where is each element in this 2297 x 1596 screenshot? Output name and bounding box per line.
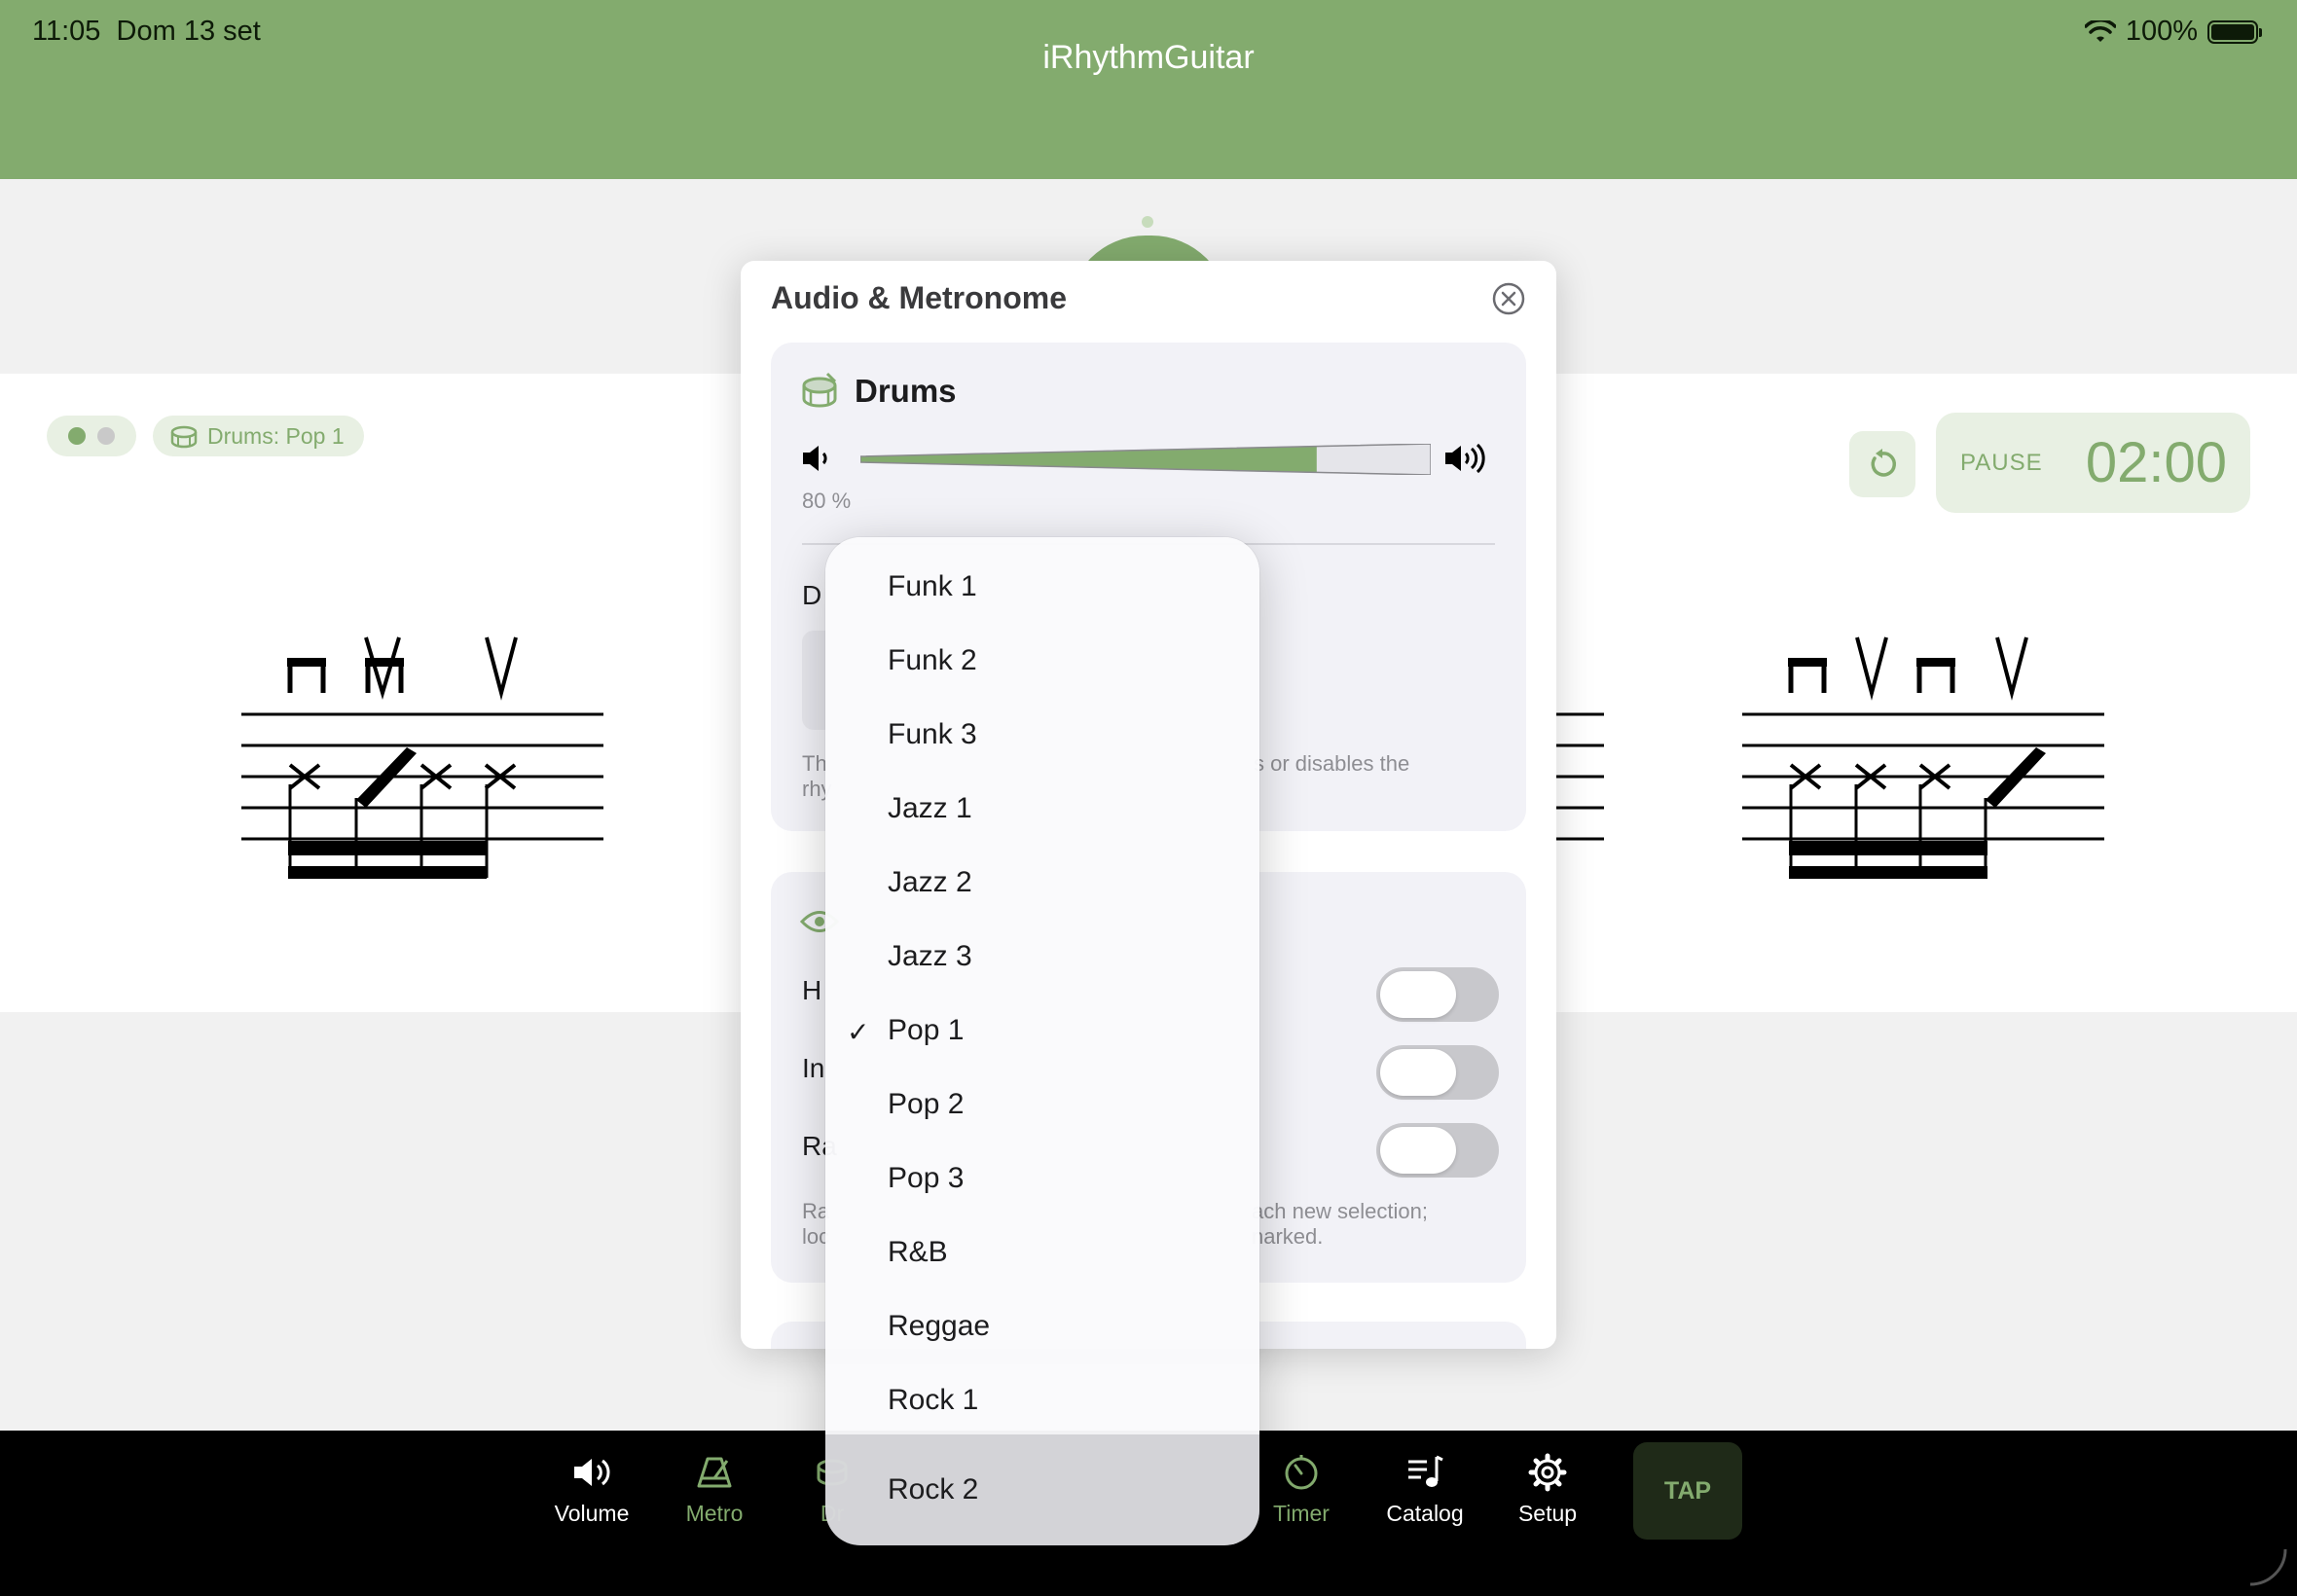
menu-item[interactable]: Funk 2 [825, 633, 1259, 695]
speaker-icon [574, 1459, 610, 1486]
tap-tempo-button[interactable]: TAP [1633, 1442, 1742, 1540]
tab-catalog-label: Catalog [1386, 1501, 1464, 1526]
drums-section-header: Drums [800, 372, 957, 411]
metronome-icon [697, 1457, 732, 1488]
menu-item[interactable]: Pop 2 [825, 1076, 1259, 1139]
display-option-2-label: In [802, 1053, 825, 1083]
menu-item[interactable]: Funk 3 [825, 707, 1259, 769]
menu-item-label: Pop 1 [888, 1014, 965, 1046]
tab-volume-label: Volume [554, 1501, 630, 1526]
display-footnote-end-1: ach new selection; [1252, 1199, 1428, 1223]
menu-item-label: Jazz 3 [888, 940, 972, 972]
drums-volume-percent: 80 % [802, 489, 852, 513]
music-list-icon [1408, 1455, 1443, 1487]
menu-item-label: Pop 2 [888, 1088, 965, 1120]
menu-item-label: Rock 2 [888, 1473, 979, 1505]
menu-item[interactable]: Jazz 3 [825, 928, 1259, 991]
drums-chip-label: Drums: Pop 1 [207, 422, 345, 449]
rhythm-pattern-right [1742, 636, 2104, 879]
menu-item[interactable]: Rock 2 [825, 1434, 1259, 1545]
tab-timer[interactable]: Timer [1243, 1452, 1360, 1527]
drums-chip[interactable]: Drums: Pop 1 [153, 416, 364, 456]
display-option-1-label: H [802, 975, 822, 1005]
tab-setup-label: Setup [1517, 1501, 1578, 1526]
menu-item-label: Funk 3 [888, 718, 977, 750]
staff-fragment [1555, 712, 1604, 841]
menu-item[interactable]: Rock 1 [825, 1372, 1259, 1434]
drums-volume-slider[interactable] [860, 444, 1431, 475]
restart-icon [1871, 449, 1897, 477]
menu-item[interactable]: Funk 1 [825, 559, 1259, 621]
tab-volume[interactable]: Volume [533, 1452, 650, 1527]
drums-footnote-end: s or disables the [1254, 751, 1410, 776]
menu-item[interactable]: R&B [825, 1224, 1259, 1287]
menu-item-label: R&B [888, 1236, 948, 1268]
menu-item-label: Pop 3 [888, 1162, 965, 1194]
tab-timer-label: Timer [1273, 1501, 1330, 1526]
close-icon[interactable] [1492, 282, 1525, 315]
display-option-3-toggle[interactable] [1376, 1123, 1499, 1178]
menu-item[interactable]: ✓ Pop 1 [825, 1002, 1259, 1065]
menu-item-label: Reggae [888, 1310, 991, 1342]
resize-handle-icon [2249, 1548, 2287, 1586]
app-title: iRhythmGuitar [1042, 39, 1255, 76]
menu-item[interactable]: Reggae [825, 1298, 1259, 1360]
restart-button[interactable] [1849, 431, 1915, 497]
app-header: 11:05 Dom 13 set 100% iRhythmGuitar [0, 0, 2297, 179]
display-footnote-end: ach new selection; narked. [1252, 1199, 1428, 1250]
menu-item-label: Jazz 2 [888, 866, 972, 898]
tab-metro-label: Metro [685, 1501, 744, 1526]
display-option-1-toggle[interactable] [1376, 967, 1499, 1022]
display-footnote-end-2: narked. [1252, 1224, 1324, 1249]
dial-indicator-dot [1142, 216, 1153, 228]
timer-icon [1285, 1455, 1318, 1490]
display-option-2-toggle[interactable] [1376, 1045, 1499, 1100]
menu-item-label: Rock 1 [888, 1384, 979, 1416]
timer-display: 02:00 [2085, 431, 2227, 494]
dialog-title: Audio & Metronome [771, 280, 1067, 315]
page-indicator[interactable] [47, 416, 136, 456]
gear-icon [1528, 1453, 1567, 1492]
tab-catalog[interactable]: Catalog [1367, 1452, 1483, 1527]
tab-metro[interactable]: Metro [656, 1452, 773, 1527]
menu-item-label: Jazz 1 [888, 792, 972, 824]
menu-item[interactable]: Jazz 1 [825, 780, 1259, 843]
checkmark-icon: ✓ [847, 1017, 870, 1047]
menu-item-label: Funk 1 [888, 570, 977, 602]
drum-icon [802, 372, 837, 408]
timer-panel[interactable]: PAUSE 02:00 [1936, 413, 2250, 513]
drums-volume-row [800, 436, 1497, 481]
rhythm-pattern-left [241, 636, 603, 879]
menu-item-label: Funk 2 [888, 644, 977, 676]
drum-style-label: D [802, 580, 822, 610]
drum-style-menu: Funk 1 Funk 2 Funk 3 Jazz 1 Jazz 2 Jazz 3 ✓ Pop… [825, 537, 1259, 1545]
volume-high-icon [1445, 443, 1485, 474]
menu-item[interactable]: Pop 3 [825, 1150, 1259, 1213]
menu-item[interactable]: Jazz 2 [825, 854, 1259, 917]
pause-label[interactable]: PAUSE [1960, 450, 2043, 477]
volume-low-icon [803, 446, 827, 471]
tab-setup[interactable]: Setup [1489, 1452, 1606, 1527]
drums-heading: Drums [855, 373, 957, 409]
drum-icon [170, 425, 198, 449]
drums-footnote-start: Th [802, 751, 827, 776]
